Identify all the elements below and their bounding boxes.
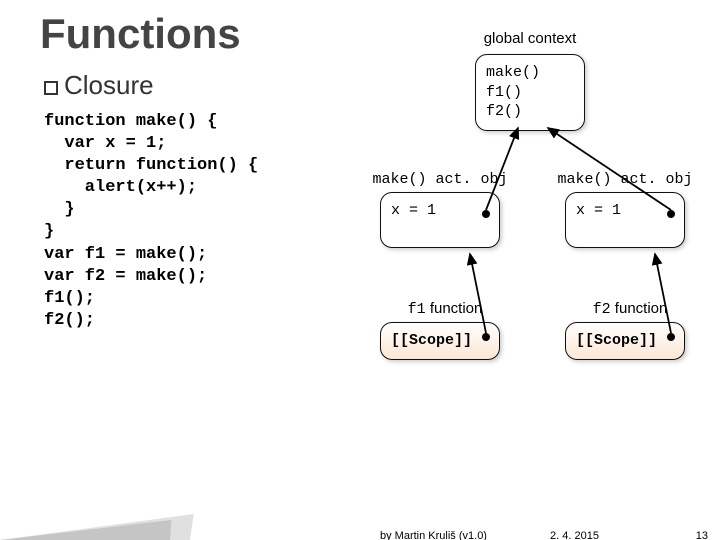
closure-diagram: global context make() f1() f2() make() a… (370, 30, 710, 470)
dot-icon (482, 333, 490, 341)
slide: Functions Closure function make() { var … (0, 0, 720, 540)
checkbox-icon (44, 81, 58, 95)
global-context-label: global context (470, 30, 590, 47)
footer-author: by Martin Kruliš (v1.0) (380, 530, 487, 540)
subtitle-text: Closure (64, 70, 154, 100)
footer-page-number: 13 (696, 530, 708, 540)
footer-date: 2. 4. 2015 (550, 530, 599, 540)
dot-icon (667, 210, 675, 218)
act-obj-right-label: make() act. obj (555, 170, 695, 188)
scope-box-right: [[Scope]] (565, 322, 685, 360)
scope-box-left: [[Scope]] (380, 322, 500, 360)
dot-icon (667, 333, 675, 341)
global-context-box: make() f1() f2() (475, 54, 585, 131)
f2-function-label: f2 function (570, 300, 690, 318)
dot-icon (482, 210, 490, 218)
x-box-left: x = 1 (380, 192, 500, 248)
decorative-wedge (0, 520, 171, 540)
f1-function-label: f1 f1 functionfunction (385, 300, 505, 318)
act-obj-left-label: make() act. obj (370, 170, 510, 188)
x-box-right: x = 1 (565, 192, 685, 248)
